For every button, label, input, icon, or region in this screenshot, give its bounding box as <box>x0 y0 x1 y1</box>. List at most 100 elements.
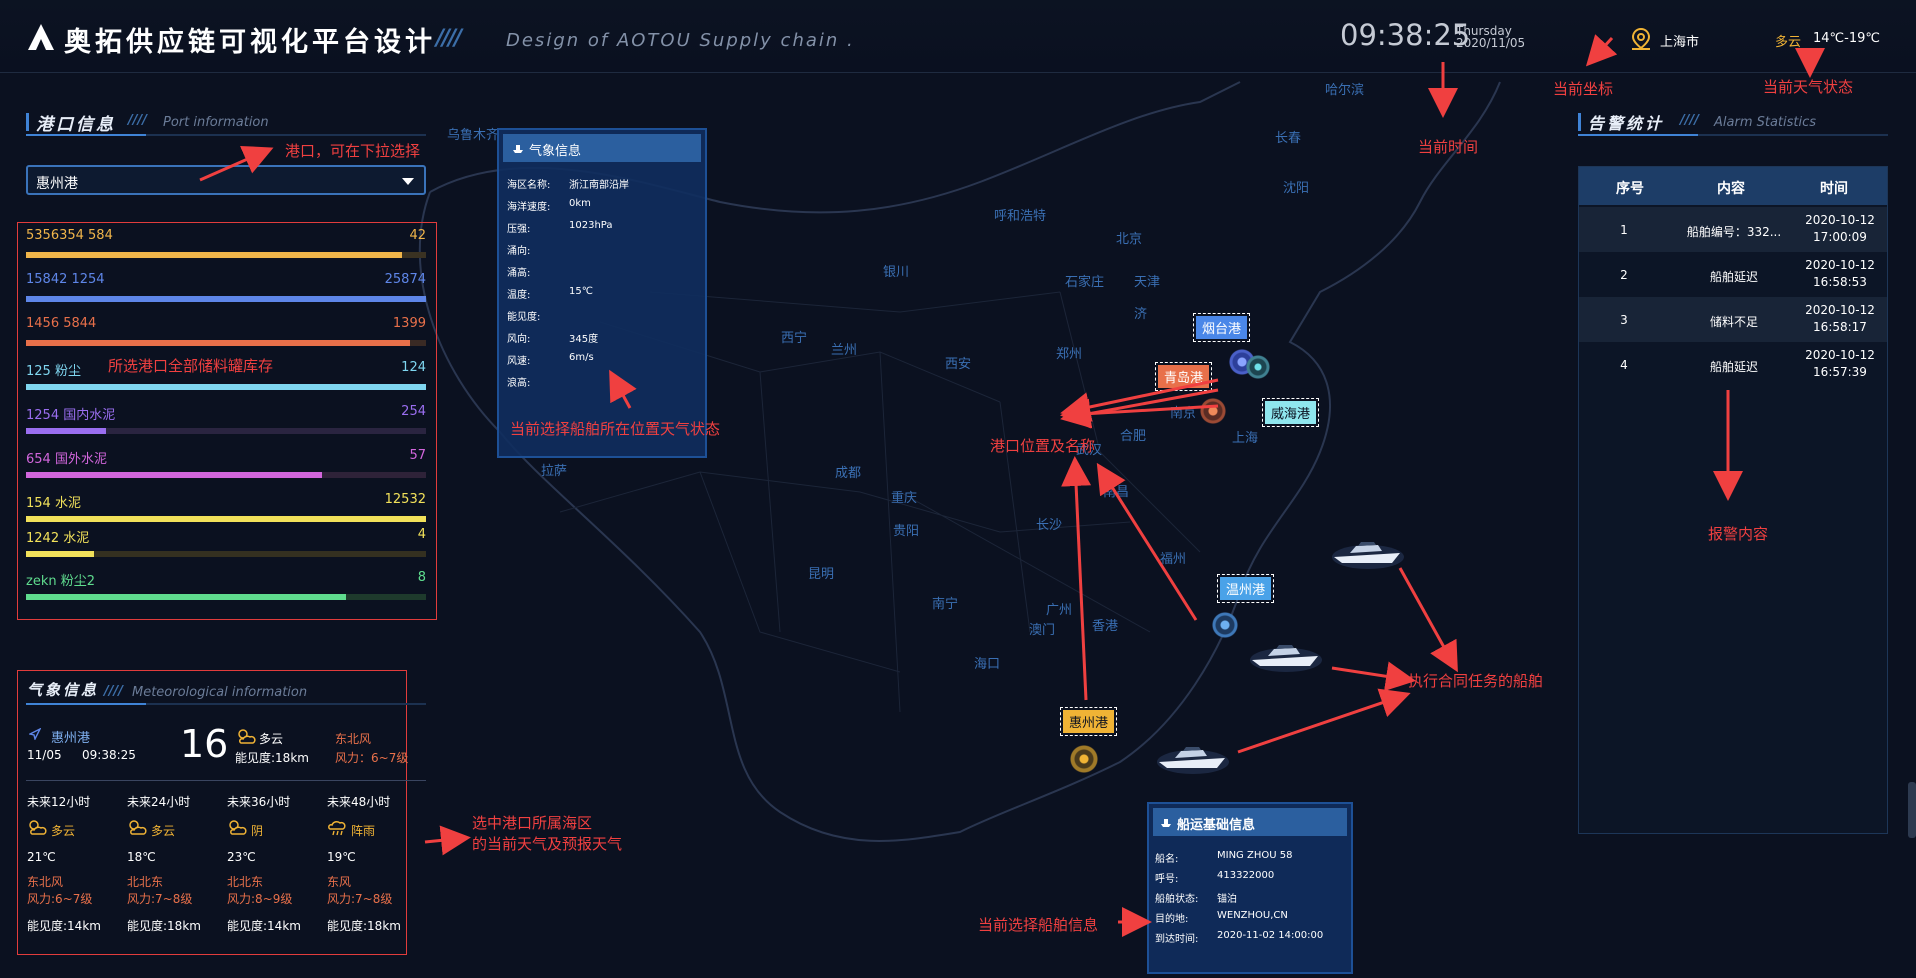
ship-popup-value: WENZHOU,CN <box>1217 910 1288 921</box>
weather-popup-label: 风速: <box>507 356 531 367</box>
weather-popup-value: 0km <box>569 198 591 209</box>
header-deco: //// <box>436 26 462 51</box>
inventory-bar <box>26 516 426 522</box>
inventory-value: 1399 <box>392 316 426 331</box>
inventory-track <box>26 516 426 522</box>
cloudy-icon <box>29 820 47 835</box>
forecast-wind: 东北风 <box>27 875 64 889</box>
city-label: 香港 <box>1092 619 1118 634</box>
chevron-down-icon[interactable] <box>402 178 414 185</box>
weather-popup-label: 能见度: <box>507 312 541 323</box>
inventory-track <box>26 472 426 478</box>
port-tag-qingdao[interactable]: 青岛港 <box>1155 362 1213 391</box>
forecast-condition: 多云 <box>151 824 176 838</box>
annotation-alarm: 报警内容 <box>1708 525 1769 543</box>
header-weather-temp: 14℃-19℃ <box>1813 31 1880 46</box>
location-pin-icon <box>1631 27 1651 50</box>
alarm-no: 3 <box>1620 313 1628 327</box>
inventory-row: 1242 水泥 4 <box>26 527 426 557</box>
inventory-bar <box>26 472 322 478</box>
alarm-content: 储料不足 <box>1709 315 1758 329</box>
port-marker-wenzhou[interactable] <box>1210 610 1240 640</box>
port-tag-yantai[interactable]: 烟台港 <box>1193 313 1251 342</box>
current-location[interactable]: 上海市 <box>1660 31 1699 50</box>
inventory-label: 1242 水泥 <box>26 531 90 546</box>
annotation-meteo: 选中港口所属海区 <box>472 814 593 832</box>
alarm-panel-deco: //// <box>1680 113 1699 128</box>
ship-icon[interactable] <box>1248 638 1324 674</box>
ship-icon[interactable] <box>1155 740 1231 776</box>
ship-icon[interactable] <box>1330 535 1406 571</box>
table-row[interactable]: 3 储料不足 2020-10-12 16:58:17 <box>1579 297 1887 342</box>
meteo-panel-subtitle: Meteorological information <box>132 685 308 700</box>
ship-popup-title: 船运基础信息 <box>1177 818 1256 833</box>
forecast-temp: 18℃ <box>127 850 156 864</box>
port-marker-weihai[interactable] <box>1244 353 1272 381</box>
inventory-label: 1456 5844 <box>26 316 97 331</box>
annotation-current-coord: 当前坐标 <box>1553 80 1614 98</box>
port-tag-wenzhou[interactable]: 温州港 <box>1217 574 1275 603</box>
ship-popup-label: 呼号: <box>1155 874 1179 885</box>
city-label: 济 <box>1134 307 1147 322</box>
header: 奥拓供应链可视化平台设计 //// Design of AOTOU Supply… <box>0 0 1916 73</box>
port-tag-huizhou[interactable]: 惠州港 <box>1060 707 1118 736</box>
port-marker-qingdao[interactable] <box>1198 396 1228 426</box>
alarm-date: 2020-10-12 <box>1805 303 1875 317</box>
city-label: 长沙 <box>1036 518 1062 533</box>
table-row[interactable]: 2 船舶延迟 2020-10-12 16:58:53 <box>1579 252 1887 297</box>
inventory-value: 254 <box>401 404 426 419</box>
alarm-no: 4 <box>1620 358 1628 372</box>
inventory-value: 124 <box>401 360 426 375</box>
alarm-no: 1 <box>1620 223 1628 237</box>
inventory-label: 1254 国内水泥 <box>26 408 116 423</box>
inventory-track <box>26 296 426 302</box>
alarm-panel-title: 告警统计 <box>1588 114 1665 133</box>
city-label: 郑州 <box>1056 347 1082 362</box>
city-label: 天津 <box>1134 275 1160 290</box>
inventory-row: 1456 5844 1399 <box>26 316 426 346</box>
alarm-content: 船舶延迟 <box>1709 270 1758 284</box>
weather-popup-label: 风向: <box>507 334 531 345</box>
inventory-label: zekn 粉尘2 <box>26 574 95 589</box>
current-time: 09:38:25 <box>1340 18 1471 52</box>
port-select[interactable]: 惠州港 <box>26 165 426 195</box>
forecast-force: 风力:7~8级 <box>327 892 393 906</box>
weather-popup-title: 气象信息 <box>529 144 582 159</box>
port-marker-huizhou[interactable] <box>1068 743 1100 775</box>
port-tag-weihai[interactable]: 威海港 <box>1262 398 1320 427</box>
weather-popup: 气象信息 海区名称: 浙江南部沿岸 海洋速度: 0km 压强: 1023hPa … <box>497 128 707 458</box>
inventory-row: 1254 国内水泥 254 <box>26 404 426 434</box>
alarm-panel-underline <box>1578 134 1888 136</box>
ship-popup-value: 2020-11-02 14:00:00 <box>1217 930 1324 941</box>
ship-popup-label: 船名: <box>1155 854 1179 865</box>
city-label: 广州 <box>1046 603 1072 618</box>
overcast-icon <box>229 820 247 835</box>
meteo-time: 09:38:25 <box>82 748 136 762</box>
scroll-handle[interactable] <box>1908 782 1916 838</box>
inventory-label: 125 粉尘 <box>26 364 81 379</box>
forecast-visibility: 能见度:18km <box>327 919 401 933</box>
table-row[interactable]: 1 船舶编号：332... 2020-10-12 17:00:09 <box>1579 207 1887 252</box>
inventory-track <box>26 551 426 557</box>
forecast-condition: 阵雨 <box>351 824 376 838</box>
inventory-track <box>26 252 426 258</box>
city-label: 合肥 <box>1120 429 1146 444</box>
ship-popup-label: 目的地: <box>1155 914 1189 925</box>
ship-icon <box>513 145 523 153</box>
cloudy-icon <box>129 820 147 835</box>
column-header: 序号 <box>1616 181 1644 197</box>
alarm-panel-subtitle: Alarm Statistics <box>1714 115 1817 130</box>
annotation-ship-info: 当前选择船舶信息 <box>978 916 1099 934</box>
meteo-wind-force: 风力：6~7级 <box>335 751 409 765</box>
table-row[interactable]: 4 船舶延迟 2020-10-12 16:57:39 <box>1579 342 1887 387</box>
inventory-bar <box>26 594 346 600</box>
meteo-panel-deco: //// <box>104 684 123 699</box>
inventory-row: 154 水泥 12532 <box>26 492 426 522</box>
app-title: 奥拓供应链可视化平台设计 <box>64 27 436 58</box>
ship-icon <box>1161 819 1171 827</box>
port-name: 惠州港 <box>1063 710 1115 733</box>
alarm-date: 2020-10-12 <box>1805 213 1875 227</box>
city-label: 海口 <box>974 657 1000 672</box>
cloudy-icon <box>238 729 256 744</box>
annotation-current-weather: 当前天气状态 <box>1763 78 1854 96</box>
